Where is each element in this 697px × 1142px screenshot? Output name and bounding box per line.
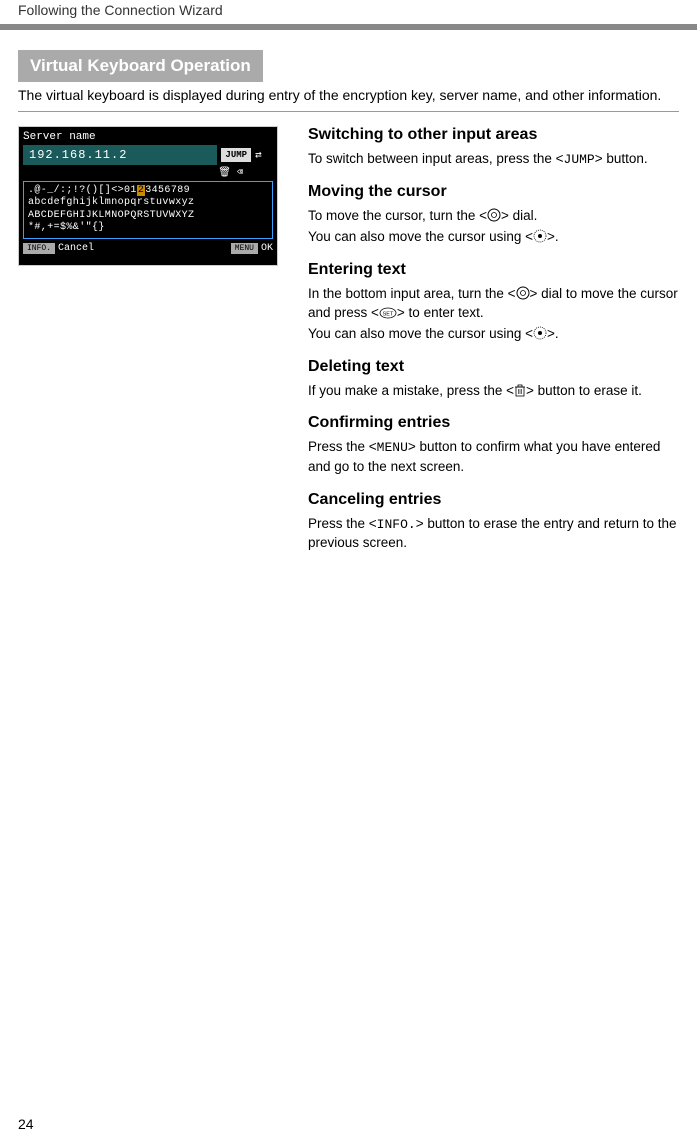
t: > button to erase it. — [526, 383, 642, 398]
t: To switch between input areas, press the… — [308, 151, 564, 166]
grid-highlight: 2 — [137, 185, 145, 196]
camera-icon-row: 🗑 ⌫ — [23, 167, 273, 179]
section-title: Virtual Keyboard Operation — [18, 50, 263, 82]
text-moving-2: You can also move the cursor using < >. — [308, 228, 679, 247]
content-area: Virtual Keyboard Operation The virtual k… — [0, 30, 697, 555]
camera-footer: INFO.Cancel MENUOK — [23, 243, 273, 254]
t: > button. — [595, 151, 648, 166]
text-confirming: Press the <MENU> button to confirm what … — [308, 438, 679, 476]
grid-row1b: 3456789 — [145, 185, 190, 196]
grid-row4: *#,+=$%&'"{} — [28, 222, 268, 235]
grid-row3: ABCDEFGHIJKLMNOPQRSTUVWXYZ — [28, 210, 268, 223]
dial-icon — [516, 286, 530, 300]
t: >. — [547, 326, 559, 341]
trash-icon — [514, 383, 526, 397]
t: Press the < — [308, 516, 377, 531]
text-moving-1: To move the cursor, turn the < > dial. — [308, 207, 679, 226]
grid-row1a: .@-_/:;!?()[]<>01 — [28, 185, 137, 196]
grid-row2: abcdefghijklmnopqrstuvwxyz — [28, 197, 268, 210]
t: You can also move the cursor using < — [308, 229, 533, 244]
camera-ip-field: 192.168.11.2 — [23, 145, 217, 165]
camera-jump-button: JUMP — [221, 148, 251, 162]
t: If you make a mistake, press the < — [308, 383, 514, 398]
t: > to enter text. — [397, 305, 484, 320]
t: You can also move the cursor using < — [308, 326, 533, 341]
text-entering-2: You can also move the cursor using < >. — [308, 325, 679, 344]
text-entering-1: In the bottom input area, turn the <> di… — [308, 285, 679, 323]
menu-label: MENU — [377, 440, 408, 455]
page-header: Following the Connection Wizard — [0, 0, 697, 24]
dial-icon — [487, 208, 501, 222]
heading-deleting: Deleting text — [308, 358, 679, 376]
camera-ok: OK — [261, 243, 273, 254]
camera-info-badge: INFO. — [23, 243, 55, 254]
camera-screenshot: Server name 192.168.11.2 JUMP ⇄ 🗑 ⌫ .@-_… — [18, 126, 278, 266]
svg-text:SET: SET — [383, 311, 394, 317]
left-column: Server name 192.168.11.2 JUMP ⇄ 🗑 ⌫ .@-_… — [18, 126, 278, 555]
t: > dial. — [501, 208, 537, 223]
switch-icon: ⇄ — [255, 148, 262, 162]
intro-text: The virtual keyboard is displayed during… — [18, 86, 679, 105]
t: >. — [547, 229, 559, 244]
heading-entering: Entering text — [308, 261, 679, 279]
multicontroller-icon — [533, 326, 547, 340]
heading-canceling: Canceling entries — [308, 491, 679, 509]
info-label: INFO. — [377, 517, 416, 532]
heading-confirming: Confirming entries — [308, 414, 679, 432]
t: To move the cursor, turn the < — [308, 208, 487, 223]
divider — [18, 111, 679, 112]
camera-cancel: Cancel — [58, 243, 94, 254]
camera-menu-badge: MENU — [231, 243, 258, 254]
right-column: Switching to other input areas To switch… — [308, 126, 679, 555]
camera-label: Server name — [23, 131, 273, 143]
page-number: 24 — [18, 1116, 34, 1132]
heading-switching: Switching to other input areas — [308, 126, 679, 144]
heading-moving: Moving the cursor — [308, 183, 679, 201]
jump-label: JUMP — [564, 152, 595, 167]
t: Press the < — [308, 439, 377, 454]
text-deleting: If you make a mistake, press the < > butt… — [308, 382, 679, 401]
text-switching: To switch between input areas, press the… — [308, 150, 679, 169]
two-column-layout: Server name 192.168.11.2 JUMP ⇄ 🗑 ⌫ .@-_… — [18, 126, 679, 555]
set-icon: SET — [379, 307, 397, 319]
t: In the bottom input area, turn the < — [308, 286, 516, 301]
camera-char-grid: .@-_/:;!?()[]<>0123456789 abcdefghijklmn… — [23, 181, 273, 239]
text-canceling: Press the <INFO.> button to erase the en… — [308, 515, 679, 553]
multicontroller-icon — [533, 229, 547, 243]
